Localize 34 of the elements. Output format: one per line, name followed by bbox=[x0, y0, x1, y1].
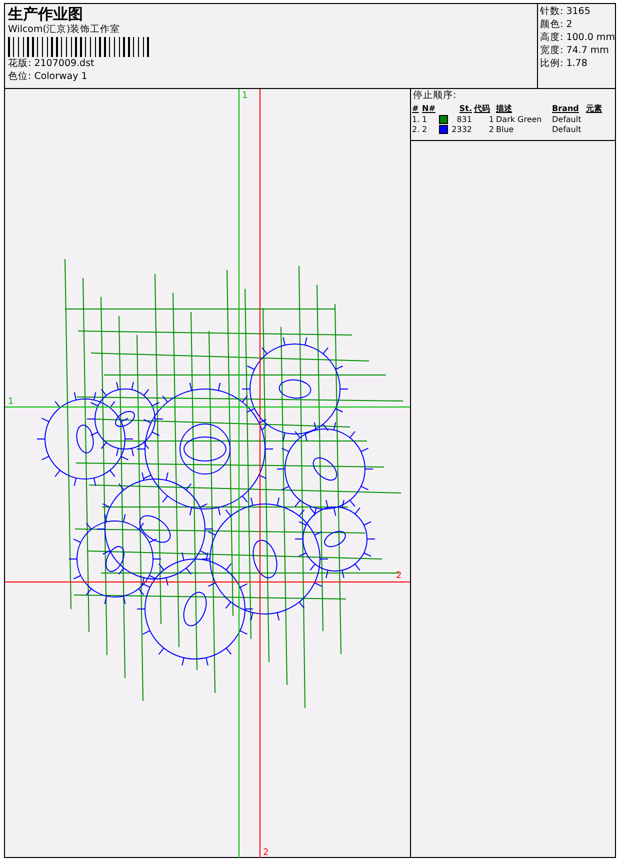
stat-text: 颜色: 2 bbox=[540, 18, 574, 31]
marker-label: 1 bbox=[8, 397, 14, 407]
colorway-label: 色位: Colorway 1 bbox=[8, 71, 88, 83]
table-cell-text: 831 bbox=[456, 115, 473, 124]
column-header: 元素 bbox=[586, 103, 603, 114]
table-cell-text: Default bbox=[552, 125, 582, 134]
stat-text: 宽度: 74.7 mm bbox=[540, 44, 610, 57]
table-cell-text: 2 bbox=[422, 125, 428, 134]
stat-text: 针数: 3165 bbox=[540, 5, 592, 18]
marker-label: 2 bbox=[263, 848, 269, 858]
table-cell-text: Dark Green bbox=[496, 115, 543, 124]
company-name: Wilcom(汇京)装饰工作室 bbox=[8, 24, 122, 36]
design-file: 花版: 2107009.dst bbox=[8, 58, 96, 70]
table-cell-text: Blue bbox=[496, 125, 515, 134]
stat-text: 高度: 100.0 mm bbox=[540, 31, 613, 44]
column-header: Brand bbox=[552, 104, 580, 113]
column-header: 代码 bbox=[474, 103, 491, 114]
table-cell-text: 1. bbox=[412, 115, 421, 124]
stat-text: 比例: 1.78 bbox=[540, 57, 588, 70]
table-cell-text: 2 bbox=[488, 125, 495, 134]
marker-label: 1 bbox=[242, 91, 248, 101]
table-cell-text: 1 bbox=[488, 115, 495, 124]
column-header: 描述 bbox=[496, 103, 513, 114]
sheet-title: 生产作业图 bbox=[8, 5, 84, 23]
column-header: N# bbox=[422, 104, 436, 113]
stop-sequence-title: 停止顺序: bbox=[412, 89, 458, 103]
table-cell-text: 2332 bbox=[450, 125, 473, 134]
table-cell-text: 2. bbox=[412, 125, 421, 134]
marker-label: 2 bbox=[396, 571, 402, 581]
table-cell-text: Default bbox=[552, 115, 582, 124]
table-cell-text: 1 bbox=[422, 115, 428, 124]
column-header: St. bbox=[458, 104, 473, 113]
column-header: # bbox=[412, 104, 420, 113]
barcode-icon bbox=[8, 37, 152, 57]
